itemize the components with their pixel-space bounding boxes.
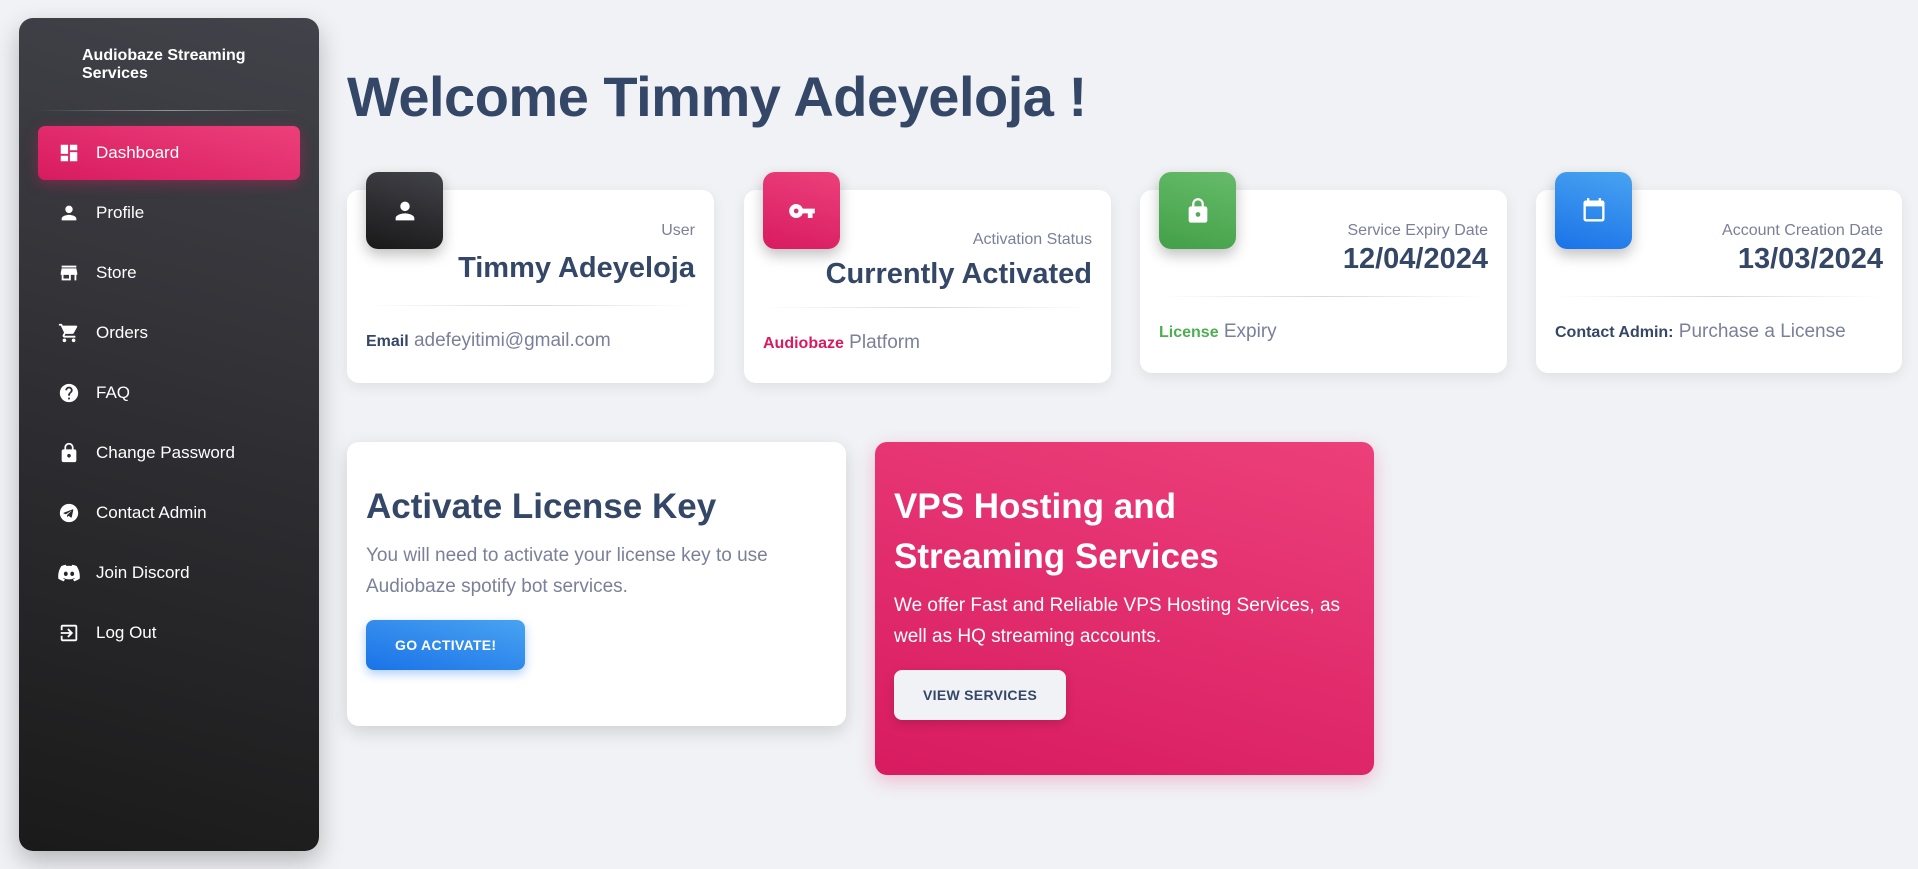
discord-icon — [58, 562, 80, 584]
sidebar-item-profile[interactable]: Profile — [38, 186, 300, 240]
stat-value: Timmy Adeyeloja — [458, 252, 695, 284]
help-icon — [58, 382, 80, 404]
sidebar-item-log-out[interactable]: Log Out — [38, 606, 300, 660]
sidebar: Audiobaze Streaming Services Dashboard P… — [19, 18, 319, 851]
vps-card-title: VPS Hosting and Streaming Services — [894, 487, 1219, 576]
sidebar-item-label: Contact Admin — [96, 503, 207, 522]
sidebar-item-store[interactable]: Store — [38, 246, 300, 300]
cart-icon — [58, 322, 80, 344]
stat-card-user: User Timmy Adeyeloja Email adefeyitimi@g… — [347, 172, 714, 383]
sidebar-item-label: Log Out — [96, 623, 157, 642]
view-services-button[interactable]: VIEW SERVICES — [894, 670, 1067, 720]
sidebar-item-label: FAQ — [96, 383, 131, 402]
stat-card-creation: Account Creation Date 13/03/2024 Contact… — [1536, 172, 1902, 373]
stat-footer-label: Email — [366, 333, 409, 350]
store-icon — [58, 262, 80, 284]
stat-footer-text: Expiry — [1223, 321, 1277, 342]
sidebar-item-label: Orders — [96, 323, 148, 342]
dashboard-icon — [58, 142, 80, 164]
logout-icon — [58, 622, 80, 644]
calendar-icon — [1555, 172, 1632, 249]
divider — [763, 307, 1092, 308]
stat-value: Currently Activated — [825, 258, 1092, 290]
brand-title[interactable]: Audiobaze Streaming Services — [38, 18, 300, 112]
stat-footer-text: Purchase a License — [1678, 321, 1846, 342]
sidebar-item-join-discord[interactable]: Join Discord — [38, 546, 300, 600]
stat-card-expiry: Service Expiry Date 12/04/2024 License E… — [1140, 172, 1507, 373]
license-card-title: Activate License Key — [366, 487, 717, 526]
page-title: Welcome Timmy Adeyeloja ! — [347, 65, 1087, 128]
vps-card-text: We offer Fast and Reliable VPS Hosting S… — [894, 595, 1341, 647]
sidebar-item-change-password[interactable]: Change Password — [38, 426, 300, 480]
sidebar-item-label: Profile — [96, 203, 145, 222]
stat-card-activation: Activation Status Currently Activated Au… — [744, 172, 1111, 383]
sidebar-item-label: Change Password — [96, 443, 235, 462]
vps-card: VPS Hosting and Streaming Services We of… — [875, 442, 1374, 775]
sidebar-item-contact-admin[interactable]: Contact Admin — [38, 486, 300, 540]
stat-footer-label: License — [1159, 324, 1219, 341]
person-icon — [58, 202, 80, 224]
stat-footer-label: Contact Admin: — [1555, 324, 1674, 341]
sidebar-item-faq[interactable]: FAQ — [38, 366, 300, 420]
license-card-text: You will need to activate your license k… — [366, 545, 768, 597]
stat-footer: Email adefeyitimi@gmail.com — [347, 330, 714, 352]
stat-footer-text: Platform — [849, 332, 920, 353]
divider — [366, 305, 695, 306]
sidebar-item-orders[interactable]: Orders — [38, 306, 300, 360]
sidebar-item-label: Store — [96, 263, 137, 282]
lock-icon — [58, 442, 80, 464]
stat-footer: Contact Admin: Purchase a License — [1536, 321, 1902, 343]
key-icon — [763, 172, 840, 249]
license-card: Activate License Key You will need to ac… — [347, 442, 846, 726]
sidebar-item-label: Join Discord — [96, 563, 190, 582]
person-icon — [366, 172, 443, 249]
divider — [1555, 296, 1883, 297]
sidebar-nav: Dashboard Profile Store Orders FAQ Chang… — [38, 126, 300, 660]
sidebar-item-dashboard[interactable]: Dashboard — [38, 126, 300, 180]
stat-footer-text: adefeyitimi@gmail.com — [413, 330, 611, 351]
go-activate-button[interactable]: GO ACTIVATE! — [366, 620, 526, 670]
stat-footer: License Expiry — [1140, 321, 1507, 343]
sidebar-item-label: Dashboard — [96, 143, 180, 162]
telegram-icon — [58, 502, 80, 524]
lock-icon — [1159, 172, 1236, 249]
divider — [1159, 296, 1488, 297]
stat-footer-label: Audiobaze — [763, 335, 844, 352]
stat-footer: Audiobaze Platform — [744, 332, 1111, 354]
